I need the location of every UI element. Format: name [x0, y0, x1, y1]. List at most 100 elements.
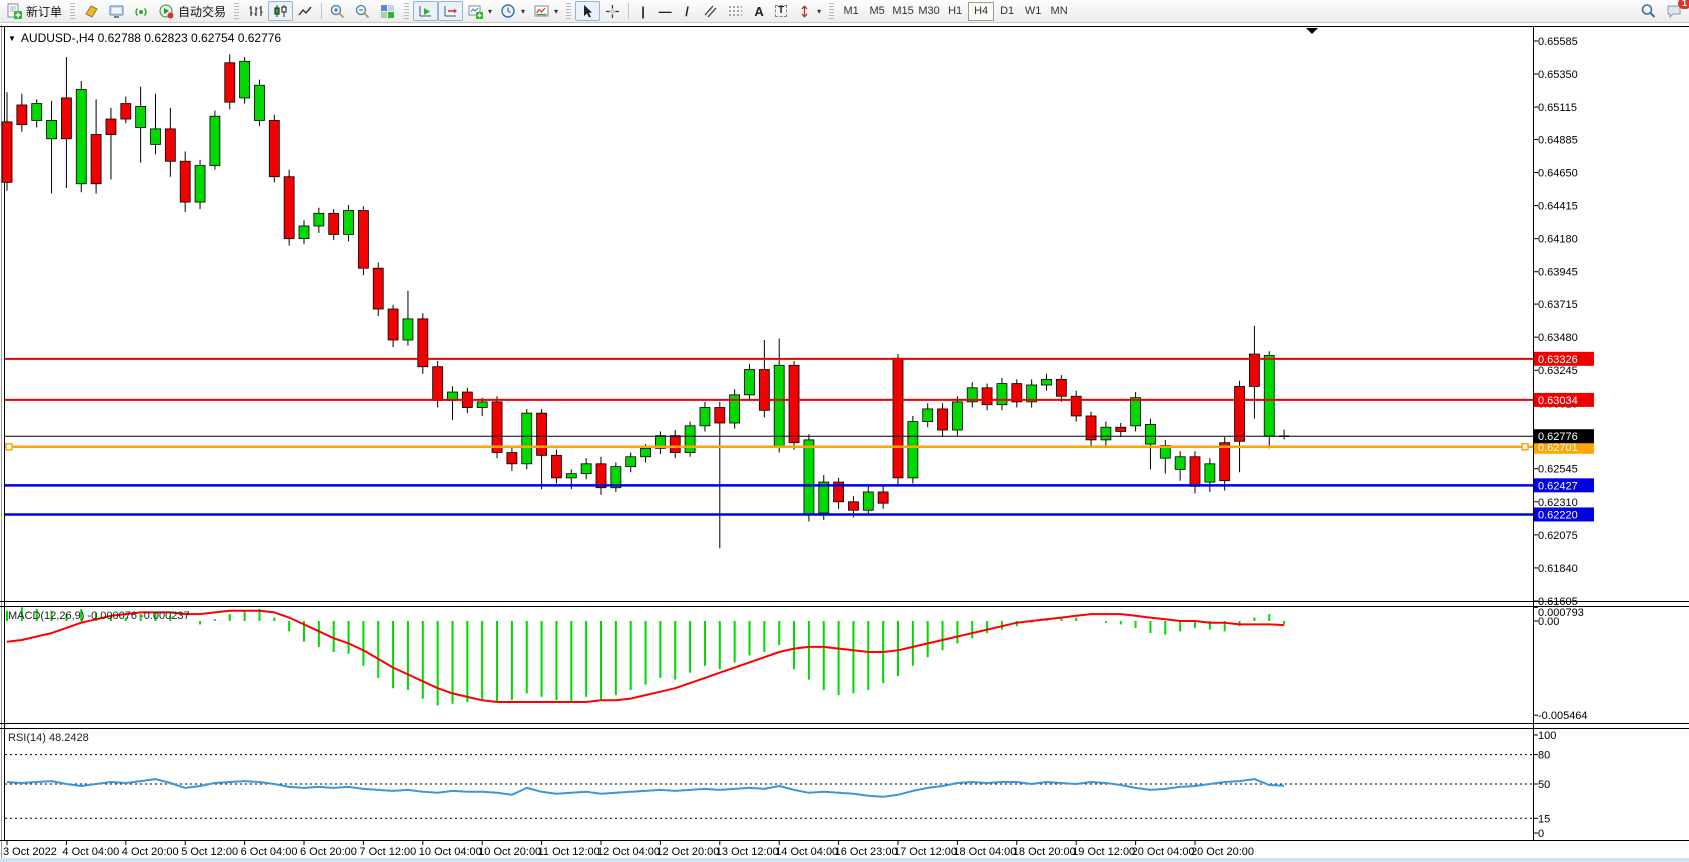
price-tick: 0.62310 [1538, 497, 1578, 509]
macd-tick: -0.005464 [1538, 710, 1588, 722]
label-button[interactable]: T [770, 1, 792, 21]
timeframe-button-m30[interactable]: M30 [916, 2, 942, 21]
time-label: 12 Oct 20:00 [656, 846, 719, 858]
timeframe-button-m5[interactable]: M5 [864, 2, 890, 21]
timeframe-button-mn[interactable]: MN [1046, 2, 1072, 21]
price-tick: 0.63945 [1538, 267, 1578, 279]
time-label: 4 Oct 20:00 [122, 846, 179, 858]
timeframe-button-h4[interactable]: H4 [968, 2, 994, 21]
notification-badge: 1 [1678, 0, 1689, 9]
vertical-line-button[interactable]: | [632, 1, 654, 21]
chart-canvas[interactable]: 0.655850.653500.651150.648850.646500.644… [0, 0, 1689, 862]
timeframe-button-w1[interactable]: W1 [1020, 2, 1046, 21]
macd-tick: 0.00 [1538, 616, 1559, 628]
template-icon [533, 3, 550, 20]
time-label: 10 Oct 20:00 [478, 846, 541, 858]
price-tick: 0.65115 [1538, 102, 1577, 114]
fibonacci-button[interactable] [723, 1, 748, 21]
candles-icon [272, 3, 289, 20]
level-price-label: 0.62776 [1538, 431, 1578, 443]
level-price-label: 0.62220 [1538, 509, 1578, 521]
zoom-in-button[interactable] [325, 1, 350, 21]
toolbar-grip[interactable] [234, 3, 239, 19]
template-button[interactable]: ▾ [529, 1, 562, 21]
level-price-label: 0.62427 [1538, 480, 1578, 492]
toolbar-grip[interactable] [566, 3, 571, 19]
macd-indicator-label: MACD(12,26,9) -0.000076 -0.000237 [8, 610, 190, 622]
horizontal-line-button[interactable]: — [654, 1, 676, 21]
period-button[interactable]: ▾ [496, 1, 529, 21]
rsi-indicator-label: RSI(14) 48.2428 [8, 732, 89, 744]
zoom-out-button[interactable] [350, 1, 375, 21]
auto-scroll-icon [417, 3, 434, 20]
price-tick: 0.63715 [1538, 299, 1578, 311]
terminal-button[interactable] [104, 1, 129, 21]
line-chart-button[interactable] [293, 1, 318, 21]
price-tick: 0.62075 [1538, 530, 1578, 542]
status-strip [0, 858, 1689, 862]
toolbar-grip[interactable] [829, 3, 834, 19]
time-label: 19 Oct 12:00 [1072, 846, 1135, 858]
horizontal-line-button-glyph: — [659, 5, 672, 18]
auto-scroll-button[interactable] [413, 1, 438, 21]
price-tick: 0.61840 [1538, 563, 1578, 575]
new-chart-button[interactable]: ▾ [463, 1, 496, 21]
arrows-icon [796, 3, 813, 20]
toolbar-separator [321, 3, 322, 19]
time-label: 13 Oct 12:00 [716, 846, 779, 858]
chart-title-collapse-icon[interactable]: ▼ [8, 34, 16, 43]
zoom-in-icon [329, 3, 346, 20]
autotrading-button[interactable]: 自动交易 [154, 1, 230, 21]
timeframe-button-h1[interactable]: H1 [942, 2, 968, 21]
time-label: 4 Oct 04:00 [62, 846, 119, 858]
time-label: 20 Oct 20:00 [1191, 846, 1254, 858]
new-order-button[interactable]: 新订单 [2, 1, 66, 21]
dropdown-caret-icon: ▾ [521, 7, 525, 16]
price-tick: 0.65585 [1538, 36, 1578, 48]
chart-title-text: AUDUSD-,H4 0.62788 0.62823 0.62754 0.627… [21, 31, 281, 45]
toolbar-grip[interactable] [70, 3, 75, 19]
time-label: 16 Oct 23:00 [835, 846, 898, 858]
bar-chart-button[interactable] [243, 1, 268, 21]
chart-window: 0.655850.653500.651150.648850.646500.644… [0, 23, 1689, 862]
cursor-button[interactable] [575, 1, 600, 21]
timeframe-button-d1[interactable]: D1 [994, 2, 1020, 21]
time-label: 6 Oct 04:00 [241, 846, 298, 858]
time-label: 18 Oct 04:00 [953, 846, 1016, 858]
search-button[interactable] [1635, 1, 1661, 21]
signals-icon [133, 3, 150, 20]
trendline-button[interactable]: / [676, 1, 698, 21]
mt4-terminal: { "toolbar": { "notification_count": "1"… [0, 0, 1689, 862]
rsi-tick: 15 [1538, 813, 1550, 825]
time-label: 7 Oct 12:00 [359, 846, 416, 858]
rsi-tick: 50 [1538, 779, 1550, 791]
toolbar-separator [628, 3, 629, 19]
time-label: 5 Oct 12:00 [181, 846, 238, 858]
crosshair-button[interactable] [600, 1, 625, 21]
timeframe-button-m15[interactable]: M15 [890, 2, 916, 21]
price-tick: 0.63245 [1538, 365, 1578, 377]
candle-chart-button[interactable] [268, 1, 293, 21]
time-label: 20 Oct 04:00 [1132, 846, 1195, 858]
chart-shift-icon [442, 3, 459, 20]
metaeditor-button[interactable] [79, 1, 104, 21]
line-icon [297, 3, 314, 20]
timeframe-button-m1[interactable]: M1 [838, 2, 864, 21]
chart-shift-button[interactable] [438, 1, 463, 21]
chart-title: ▼ AUDUSD-,H4 0.62788 0.62823 0.62754 0.62… [8, 31, 281, 45]
text-button[interactable]: A [748, 1, 770, 21]
toolbar-grip[interactable] [404, 3, 409, 19]
notifications-button[interactable]: 1 [1661, 1, 1687, 21]
channel-button[interactable] [698, 1, 723, 21]
dropdown-caret-icon: ▾ [817, 7, 821, 16]
time-label: 10 Oct 04:00 [419, 846, 482, 858]
metaeditor-icon [83, 3, 100, 20]
tile-windows-button[interactable] [375, 1, 400, 21]
time-label: 11 Oct 12:00 [538, 846, 600, 858]
price-tick: 0.64650 [1538, 168, 1578, 180]
arrows-button[interactable]: ▾ [792, 1, 825, 21]
time-label: 6 Oct 20:00 [300, 846, 357, 858]
fibo-icon [727, 3, 744, 20]
signals-button[interactable] [129, 1, 154, 21]
price-tick: 0.63480 [1538, 332, 1578, 344]
